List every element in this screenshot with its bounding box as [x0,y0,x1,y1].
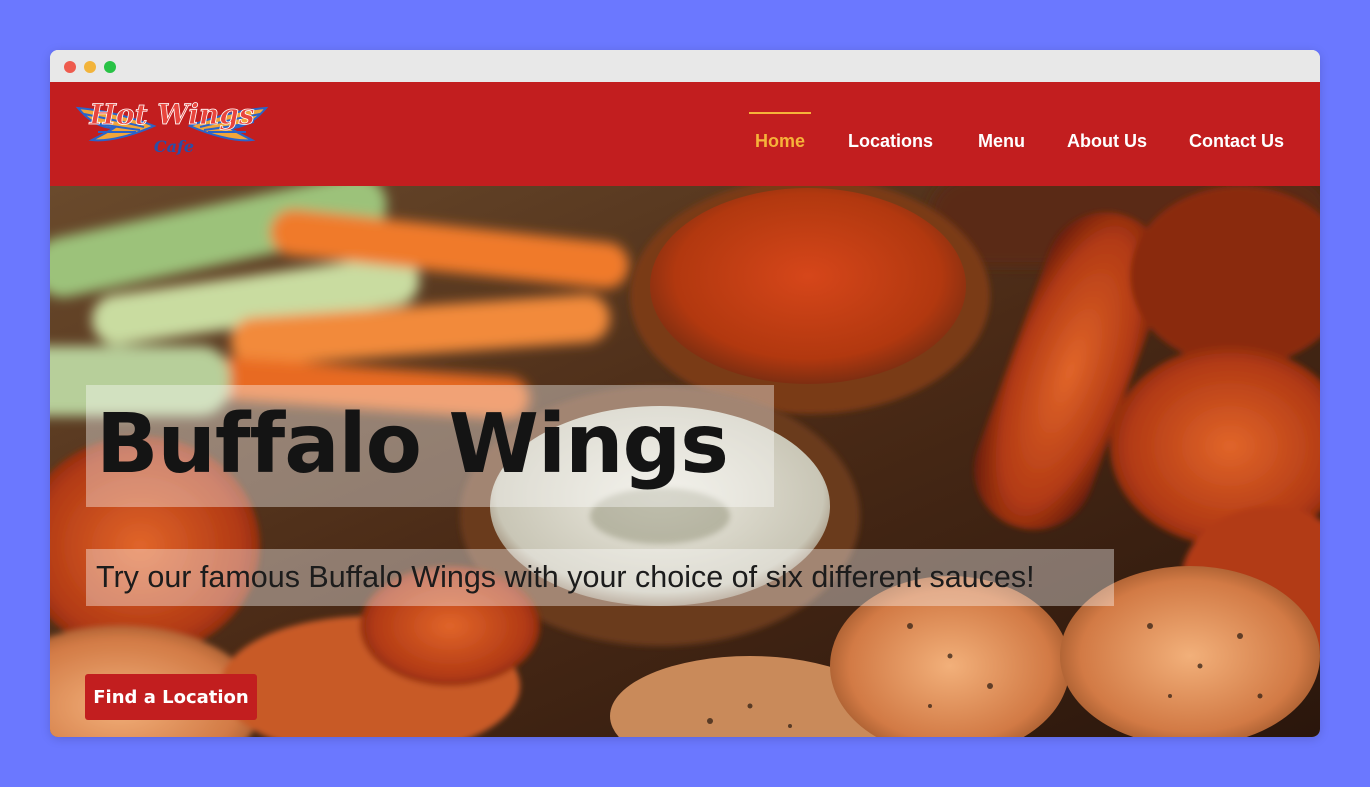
nav-item-locations[interactable]: Locations [848,82,933,186]
hero-title-box: Buffalo Wings [86,385,774,507]
nav-item-home[interactable]: Home [748,82,812,186]
browser-window: Hot Wings Cafe Home Locations Menu About… [50,50,1320,737]
hero-section: Buffalo Wings Try our famous Buffalo Win… [50,186,1320,737]
close-window-icon[interactable] [64,61,76,73]
svg-text:Cafe: Cafe [154,137,194,156]
find-location-button[interactable]: Find a Location [85,674,257,720]
site-logo[interactable]: Hot Wings Cafe [74,90,270,164]
hero-subtitle-box: Try our famous Buffalo Wings with your c… [86,549,1114,606]
site-header: Hot Wings Cafe Home Locations Menu About… [50,82,1320,186]
window-titlebar [50,50,1320,82]
hero-title: Buffalo Wings [96,397,729,492]
maximize-window-icon[interactable] [104,61,116,73]
wings-logo-icon: Hot Wings Cafe [75,98,269,156]
hero-subtitle: Try our famous Buffalo Wings with your c… [96,560,1035,594]
nav-item-contact-us[interactable]: Contact Us [1189,82,1284,186]
minimize-window-icon[interactable] [84,61,96,73]
svg-text:Hot Wings: Hot Wings [88,98,254,131]
nav-item-menu[interactable]: Menu [978,82,1025,186]
nav-item-about-us[interactable]: About Us [1067,82,1147,186]
